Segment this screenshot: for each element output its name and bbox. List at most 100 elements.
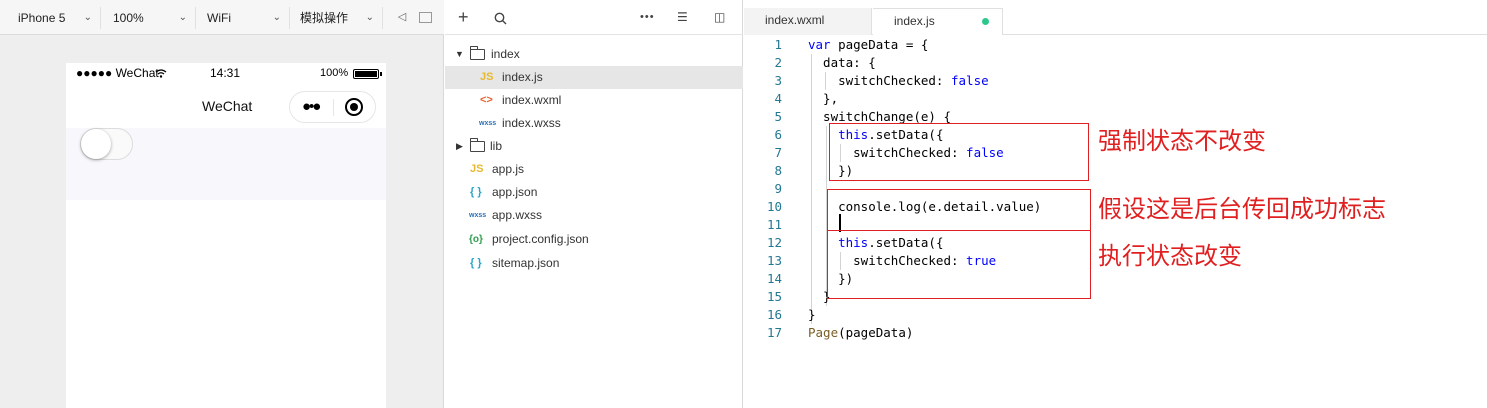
folder-icon	[470, 138, 485, 152]
tab-label: index.wxml	[765, 13, 825, 27]
js-file-icon: JS	[470, 163, 484, 175]
add-icon[interactable]: +	[458, 8, 469, 26]
simulator-toolbar: iPhone 5 ⌄ 100% ⌄ WiFi ⌄ 模拟操作 ⌄ ◁	[0, 0, 444, 35]
json-file-icon: { }	[470, 186, 482, 198]
line-number: 13	[766, 253, 782, 268]
tree-item-index-wxml[interactable]: <> index.wxml	[445, 89, 743, 112]
wifi-icon	[155, 69, 167, 78]
tree-item-project-config[interactable]: {o} project.config.json	[445, 228, 743, 251]
tab-label: index.js	[894, 14, 935, 28]
battery-percent: 100%	[320, 67, 349, 79]
wxss-file-icon: wxss	[479, 120, 497, 127]
tab-index-wxml[interactable]: index.wxml	[744, 8, 872, 35]
screen-icon[interactable]	[419, 12, 432, 23]
json-file-icon: { }	[470, 257, 482, 269]
tree-item-label: sitemap.json	[492, 256, 560, 270]
close-target-icon[interactable]	[345, 98, 363, 116]
code-line: 16}	[744, 306, 1487, 324]
tree-item-lib-folder[interactable]: ▶ lib	[445, 135, 743, 158]
line-number: 3	[774, 73, 782, 88]
tree-item-app-wxss[interactable]: wxss app.wxss	[445, 204, 743, 227]
line-number: 9	[774, 181, 782, 196]
line-number: 16	[766, 307, 782, 322]
code-line: 1 var pageData = {	[744, 36, 1487, 54]
more-icon[interactable]: •••	[640, 9, 655, 25]
annotation-text: 假设这是后台传回成功标志	[1098, 195, 1386, 223]
more-dots-icon[interactable]: ●•●	[302, 98, 321, 115]
annotation-text: 强制状态不改变	[1098, 127, 1266, 155]
tree-item-label: lib	[490, 139, 503, 153]
code-line: 3 switchChecked: false	[744, 72, 1487, 90]
simulator-panel: iPhone 5 ⌄ 100% ⌄ WiFi ⌄ 模拟操作 ⌄ ◁ ●●●●● …	[0, 0, 444, 408]
network-select-value: WiFi	[207, 11, 231, 25]
line-number: 5	[774, 109, 782, 124]
tree-item-index-js[interactable]: JS index.js	[445, 66, 743, 89]
collapse-icon[interactable]: ☰	[677, 9, 688, 25]
phone-screen: ●●●●● WeChat 14:31 100% WeChat ●•●	[66, 63, 386, 408]
tree-item-index-folder[interactable]: ▼ index	[445, 43, 743, 66]
device-select[interactable]: iPhone 5 ⌄	[14, 7, 101, 29]
annotation-box	[829, 123, 1089, 181]
js-file-icon: JS	[480, 71, 494, 83]
tree-item-label: index.js	[502, 70, 543, 84]
tree-item-label: app.json	[492, 185, 538, 199]
explorer-toolbar: + ••• ☰ ◫	[445, 0, 743, 35]
zoom-select-value: 100%	[113, 11, 144, 25]
line-number: 1	[774, 37, 782, 52]
nav-title: WeChat	[202, 98, 253, 114]
carrier-label: ●●●●● WeChat	[76, 66, 159, 80]
split-icon[interactable]: ◫	[714, 9, 725, 25]
status-bar: ●●●●● WeChat 14:31 100%	[66, 63, 386, 83]
capsule-divider	[333, 99, 334, 116]
file-explorer: + ••• ☰ ◫ ▼ index JS index.js <> index.w…	[445, 0, 743, 408]
annotation-box	[827, 189, 1091, 231]
line-number: 4	[774, 91, 782, 106]
annotation-text: 执行状态改变	[1098, 242, 1242, 270]
tree-item-label: project.config.json	[492, 232, 589, 246]
line-number: 6	[774, 127, 782, 142]
page-content	[66, 128, 386, 200]
zoom-select[interactable]: 100% ⌄	[109, 7, 196, 29]
chevron-down-icon: ⌄	[83, 12, 92, 23]
line-number: 8	[774, 163, 782, 178]
tree-item-label: app.js	[492, 162, 525, 176]
code-editor: index.wxml index.js 1 var pageData = { 2 …	[744, 0, 1487, 408]
line-number: 7	[774, 145, 782, 160]
code-line: 17 Page(pageData)	[744, 324, 1487, 342]
network-select[interactable]: WiFi ⌄	[203, 7, 290, 29]
tree-item-sitemap-json[interactable]: { } sitemap.json	[445, 252, 743, 275]
wxss-file-icon: wxss	[469, 212, 487, 219]
tree-item-index-wxss[interactable]: wxss index.wxss	[445, 112, 743, 135]
line-number: 2	[774, 55, 782, 70]
operation-select-value: 模拟操作	[300, 11, 349, 25]
status-time: 14:31	[210, 66, 241, 80]
battery-icon	[353, 69, 382, 79]
line-number: 10	[766, 199, 782, 214]
wxml-file-icon: <>	[480, 94, 493, 106]
editor-tabs: index.wxml index.js	[744, 8, 1487, 35]
tree-item-label: index.wxss	[502, 116, 561, 130]
chevron-down-icon: ⌄	[178, 12, 187, 23]
line-number: 15	[766, 289, 782, 304]
caret-right-icon: ▶	[456, 141, 463, 151]
folder-open-icon	[470, 46, 485, 60]
caret-down-icon: ▼	[455, 49, 464, 59]
tree-item-label: index.wxml	[502, 93, 562, 107]
device-select-value: iPhone 5	[18, 11, 66, 25]
search-icon[interactable]	[494, 12, 507, 25]
menu-capsule: ●•●	[289, 91, 376, 123]
nav-bar: WeChat ●•●	[66, 83, 386, 128]
toggle-switch[interactable]	[80, 128, 133, 160]
tab-index-js[interactable]: index.js	[873, 8, 1003, 35]
tree-item-label: app.wxss	[492, 208, 543, 222]
unsaved-dot-icon	[982, 18, 989, 25]
volume-icon[interactable]: ◁	[395, 10, 409, 24]
tree-item-app-json[interactable]: { } app.json	[445, 181, 743, 204]
code-line: 4 },	[744, 90, 1487, 108]
tree-item-label: index	[491, 47, 520, 61]
operation-select[interactable]: 模拟操作 ⌄	[296, 7, 383, 29]
tree-item-app-js[interactable]: JS app.js	[445, 158, 743, 181]
line-number: 11	[766, 217, 782, 232]
line-number: 12	[766, 235, 782, 250]
line-number: 14	[766, 271, 782, 286]
